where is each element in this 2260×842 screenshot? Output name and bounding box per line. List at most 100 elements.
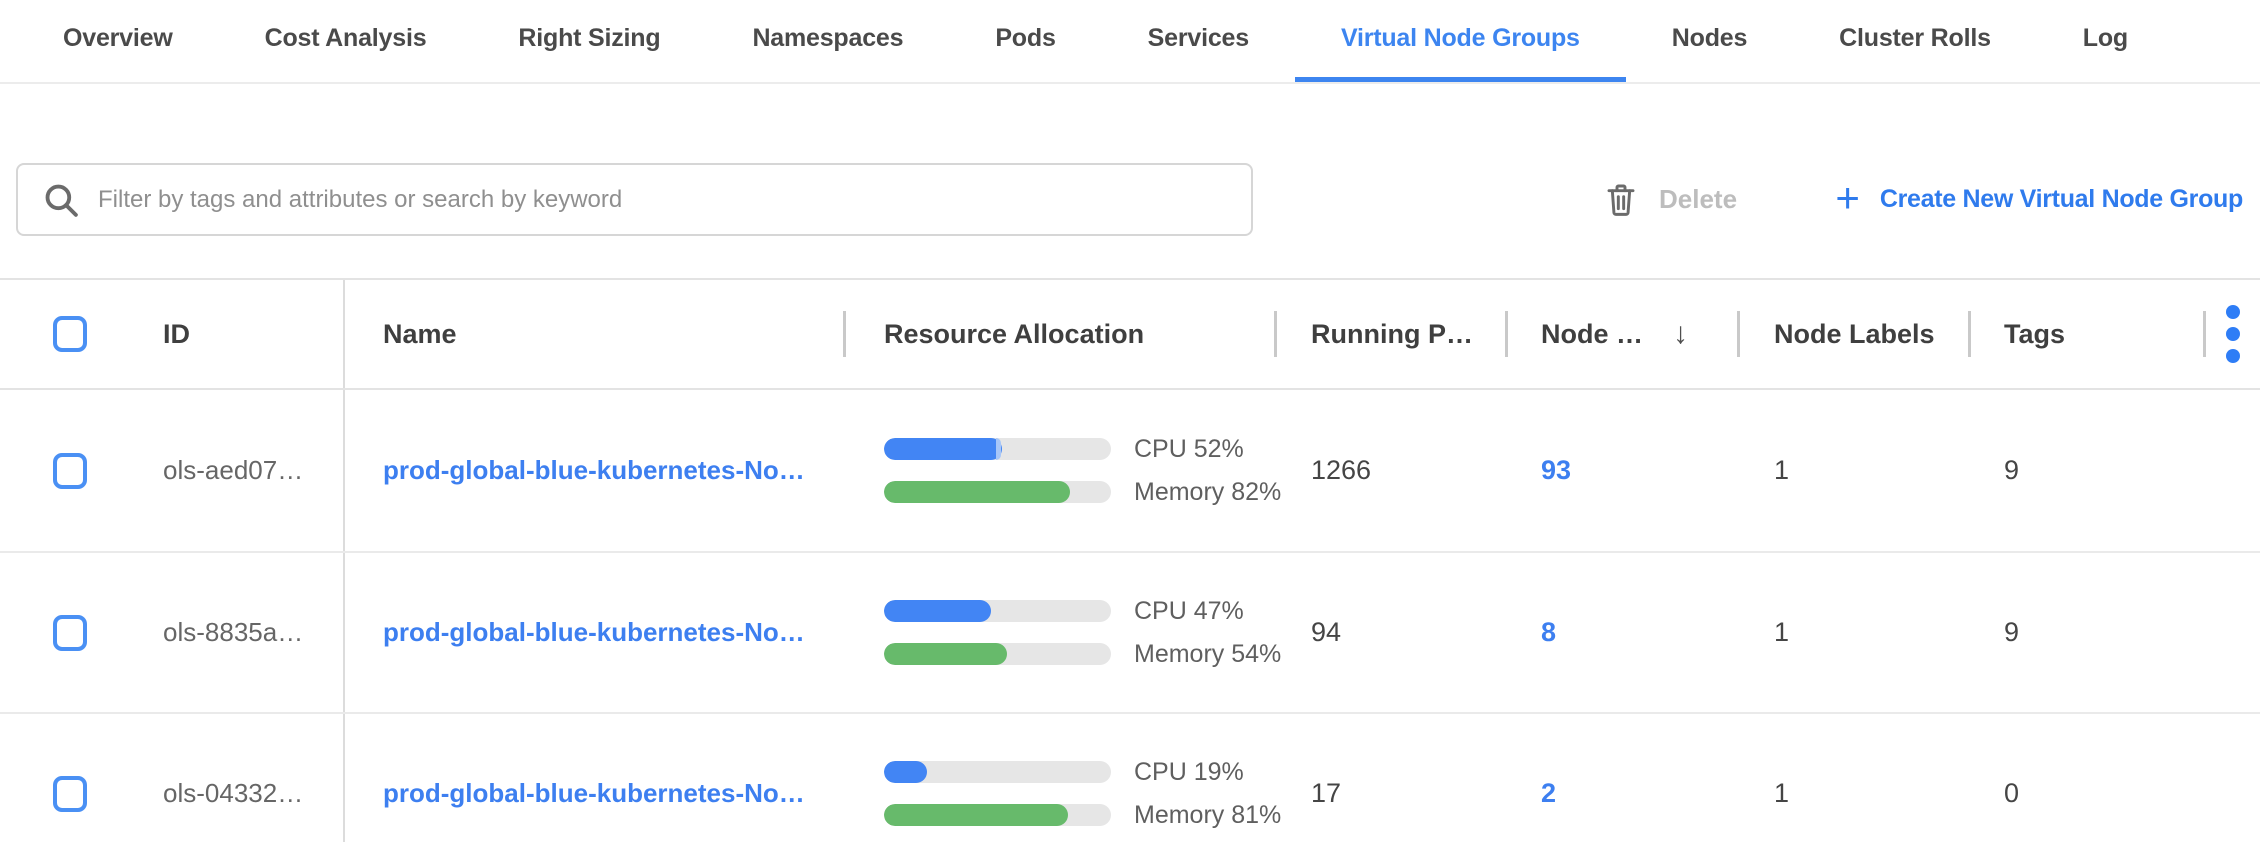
- virtual-node-groups-page: Overview Cost Analysis Right Sizing Namespa…: [0, 0, 2260, 842]
- row-node-labels-cell: 1: [1737, 390, 1968, 551]
- filter-search-box[interactable]: [16, 163, 1253, 236]
- table-body: ols-aed07… prod-global-blue-kubernetes-N…: [0, 390, 2260, 842]
- search-input[interactable]: [98, 186, 1229, 214]
- cpu-bar-fill: [884, 438, 1002, 460]
- row-name-link[interactable]: prod-global-blue-kubernetes-No…: [383, 617, 805, 648]
- header-node-labels-label: Node Labels: [1774, 319, 1935, 350]
- cpu-label: CPU 19%: [1134, 758, 1244, 787]
- row-nodes-cell: 2: [1505, 714, 1737, 842]
- header-id-label: ID: [163, 319, 190, 350]
- row-running-pods-cell: 94: [1274, 553, 1505, 712]
- memory-label: Memory 81%: [1134, 801, 1281, 830]
- cpu-bar-extra: [996, 438, 1001, 460]
- row-tags-cell: 9: [1968, 390, 2203, 551]
- cpu-bar-track: [884, 438, 1111, 460]
- cpu-label: CPU 47%: [1134, 597, 1244, 626]
- header-id[interactable]: ID: [163, 280, 345, 388]
- tab-services[interactable]: Services: [1102, 0, 1295, 82]
- nodes-count-link[interactable]: 93: [1541, 455, 1571, 486]
- tab-namespaces[interactable]: Namespaces: [706, 0, 949, 82]
- cpu-bar-track: [884, 761, 1111, 783]
- header-resource-allocation[interactable]: Resource Allocation: [843, 280, 1274, 388]
- tab-label: Right Sizing: [518, 24, 660, 53]
- delete-button[interactable]: Delete: [1605, 163, 1737, 236]
- node-labels-value: 1: [1774, 617, 1789, 648]
- tags-value: 9: [2004, 617, 2019, 648]
- row-nodes-cell: 8: [1505, 553, 1737, 712]
- memory-label: Memory 82%: [1134, 478, 1281, 507]
- tab-nodes[interactable]: Nodes: [1626, 0, 1793, 82]
- header-running-pods-label: Running P…: [1311, 319, 1473, 350]
- node-labels-value: 1: [1774, 778, 1789, 809]
- select-all-checkbox[interactable]: [53, 316, 87, 352]
- tab-label: Cluster Rolls: [1839, 24, 1991, 53]
- cpu-label: CPU 52%: [1134, 435, 1244, 464]
- memory-bar-fill: [884, 643, 1007, 665]
- tab-log[interactable]: Log: [2037, 0, 2174, 82]
- row-resource-cell: CPU 19% Memory 81%: [843, 714, 1274, 842]
- row-name-cell: prod-global-blue-kubernetes-No…: [345, 553, 843, 712]
- row-name-link[interactable]: prod-global-blue-kubernetes-No…: [383, 778, 805, 809]
- create-virtual-node-group-button[interactable]: + Create New Virtual Node Group: [1835, 163, 2243, 236]
- row-checkbox-cell: [0, 390, 163, 551]
- trash-icon: [1605, 182, 1637, 218]
- tab-overview[interactable]: Overview: [17, 0, 219, 82]
- tab-label: Services: [1148, 24, 1249, 53]
- header-node-labels[interactable]: Node Labels: [1737, 280, 1968, 388]
- row-checkbox[interactable]: [53, 453, 87, 489]
- sort-descending-arrow-icon[interactable]: ↓: [1673, 319, 1688, 349]
- table-row: ols-aed07… prod-global-blue-kubernetes-N…: [0, 390, 2260, 553]
- header-menu-cell: [2203, 280, 2260, 388]
- tab-right-sizing[interactable]: Right Sizing: [472, 0, 706, 82]
- row-checkbox[interactable]: [53, 615, 87, 651]
- row-resource-cell: CPU 52% Memory 82%: [843, 390, 1274, 551]
- top-tab-bar: Overview Cost Analysis Right Sizing Namespa…: [0, 0, 2260, 84]
- delete-button-label: Delete: [1659, 184, 1737, 215]
- tab-label: Overview: [63, 24, 173, 53]
- header-checkbox-cell: [0, 280, 163, 388]
- column-settings-kebab-icon[interactable]: [2226, 305, 2240, 363]
- tab-label: Nodes: [1672, 24, 1747, 53]
- row-tags-cell: 9: [1968, 553, 2203, 712]
- row-id: ols-8835a…: [163, 617, 303, 648]
- tab-virtual-node-groups[interactable]: Virtual Node Groups: [1295, 0, 1626, 82]
- row-running-pods-cell: 1266: [1274, 390, 1505, 551]
- row-checkbox[interactable]: [53, 776, 87, 812]
- header-nodes[interactable]: Node … ↓: [1505, 280, 1737, 388]
- plus-icon: +: [1835, 177, 1860, 219]
- header-name[interactable]: Name: [345, 280, 843, 388]
- nodes-count-link[interactable]: 8: [1541, 617, 1556, 648]
- tab-label: Pods: [995, 24, 1055, 53]
- row-menu-cell: [2203, 553, 2260, 712]
- tab-cost-analysis[interactable]: Cost Analysis: [219, 0, 473, 82]
- table-header-row: ID Name Resource Allocation Running P… N…: [0, 280, 2260, 390]
- running-pods-value: 17: [1311, 778, 1341, 809]
- row-id-cell: ols-aed07…: [163, 390, 345, 551]
- nodes-count-link[interactable]: 2: [1541, 778, 1556, 809]
- tab-label: Virtual Node Groups: [1341, 24, 1580, 53]
- cpu-bar-track: [884, 600, 1111, 622]
- tab-cluster-rolls[interactable]: Cluster Rolls: [1793, 0, 2037, 82]
- cpu-bar-fill: [884, 761, 927, 783]
- row-id: ols-aed07…: [163, 455, 303, 486]
- header-tags[interactable]: Tags: [1968, 280, 2203, 388]
- memory-bar-track: [884, 804, 1111, 826]
- row-name-cell: prod-global-blue-kubernetes-No…: [345, 714, 843, 842]
- row-running-pods-cell: 17: [1274, 714, 1505, 842]
- memory-bar-fill: [884, 481, 1070, 503]
- header-resource-allocation-label: Resource Allocation: [884, 319, 1144, 350]
- header-running-pods[interactable]: Running P…: [1274, 280, 1505, 388]
- tab-pods[interactable]: Pods: [949, 0, 1101, 82]
- row-checkbox-cell: [0, 714, 163, 842]
- tags-value: 0: [2004, 778, 2019, 809]
- row-name-link[interactable]: prod-global-blue-kubernetes-No…: [383, 455, 805, 486]
- row-id-cell: ols-04332…: [163, 714, 345, 842]
- memory-usage-bar-line: Memory 81%: [884, 801, 1281, 830]
- row-id-cell: ols-8835a…: [163, 553, 345, 712]
- tags-value: 9: [2004, 455, 2019, 486]
- header-tags-label: Tags: [2004, 319, 2065, 350]
- row-menu-cell: [2203, 390, 2260, 551]
- row-tags-cell: 0: [1968, 714, 2203, 842]
- memory-usage-bar-line: Memory 54%: [884, 640, 1281, 669]
- row-resource-cell: CPU 47% Memory 54%: [843, 553, 1274, 712]
